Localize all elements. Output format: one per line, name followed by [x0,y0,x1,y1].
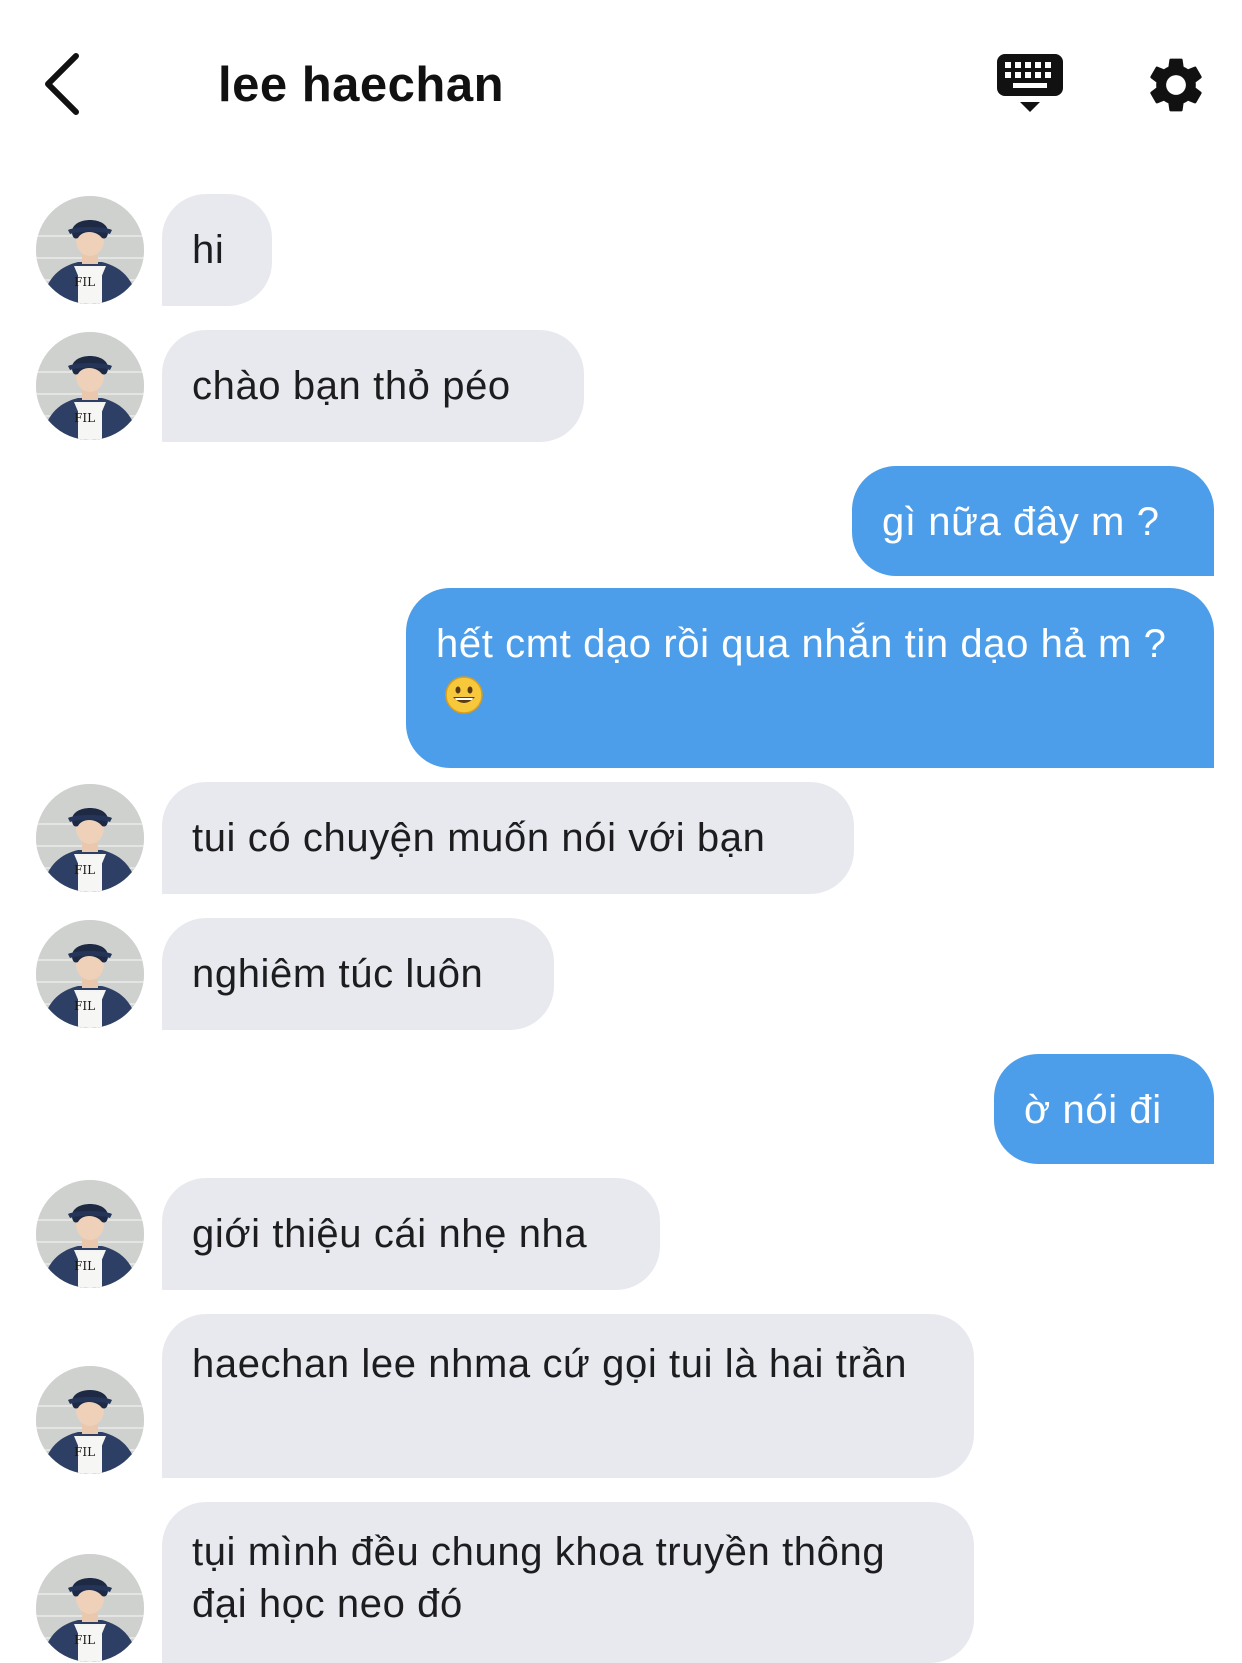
chevron-left-icon [45,53,79,115]
incoming-message[interactable]: chào bạn thỏ péo [162,330,584,442]
avatar[interactable] [36,1180,144,1288]
settings-button[interactable] [1143,52,1209,118]
message-text: hết cmt dạo rồi qua nhắn tin dạo hả m ? [436,622,1167,666]
gear-icon [1150,58,1202,112]
avatar[interactable] [36,784,144,892]
chat-header: lee haechan [0,0,1242,170]
keyboard-icon [997,54,1063,112]
grinning-face-emoji [445,676,483,714]
incoming-message[interactable]: haechan lee nhma cứ gọi tui là hai trần [162,1314,974,1478]
incoming-message[interactable]: tụi mình đều chung khoa truyền thông đại… [162,1502,974,1663]
incoming-message[interactable]: hi [162,194,272,306]
avatar[interactable] [36,920,144,1028]
incoming-message[interactable]: tui có chuyện muốn nói với bạn [162,782,854,894]
avatar[interactable] [36,332,144,440]
avatar[interactable] [36,196,144,304]
chat-title: lee haechan [218,58,505,112]
incoming-message[interactable]: nghiêm túc luôn [162,918,554,1030]
back-button[interactable] [38,50,98,120]
keyboard-button[interactable] [995,52,1065,122]
incoming-message[interactable]: giới thiệu cái nhẹ nha [162,1178,660,1290]
outgoing-message[interactable]: hết cmt dạo rồi qua nhắn tin dạo hả m ? [406,588,1214,768]
avatar[interactable] [36,1366,144,1474]
outgoing-message[interactable]: gì nữa đây m ? [852,466,1214,576]
outgoing-message[interactable]: ờ nói đi [994,1054,1214,1164]
avatar[interactable] [36,1554,144,1662]
